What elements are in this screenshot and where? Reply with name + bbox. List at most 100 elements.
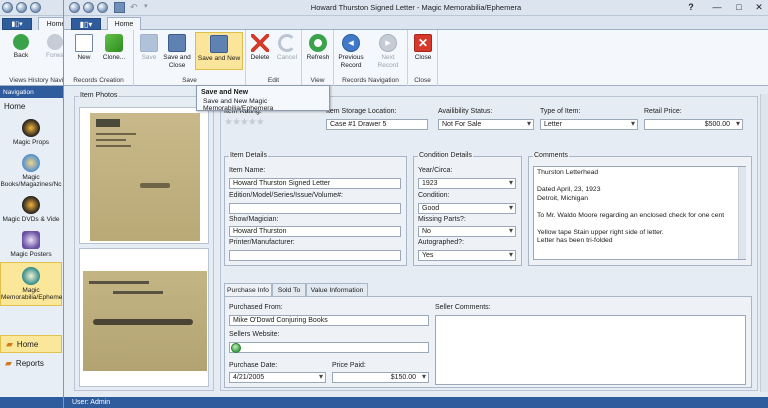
group-edit: Delete Cancel Edit [246,30,302,86]
printer-label: Printer/Manufacturer: [229,239,295,246]
price-paid-field[interactable]: $150.00 [332,372,429,383]
bottom-nav-home[interactable]: ▰ Home [0,335,62,353]
letter-line [96,133,136,135]
condition-dropdown[interactable]: Good [418,203,516,214]
tab-home[interactable]: Home [107,17,141,31]
tab-purchase-info[interactable]: Purchase Info [224,283,272,297]
tab-sold-to[interactable]: Sold To [272,283,306,296]
next-record-button[interactable]: ▸ Next Record [370,32,406,70]
group-label-save: Save [182,77,197,84]
web-globe-icon[interactable] [231,343,241,353]
item-photo-2[interactable] [79,248,209,387]
dvd-icon [22,196,40,214]
letter-line [113,291,163,294]
sellers-website-label: Sellers Website: [229,331,280,338]
close-record-button[interactable]: ✕ Close [412,32,434,62]
item-name-field[interactable]: Howard Thurston Signed Letter [229,178,401,189]
group-label-records-creation: Records Creation [73,77,124,84]
back-nav-icon[interactable] [16,2,27,13]
cancel-undo-icon [278,34,296,52]
back-arrow-icon [13,34,29,50]
form-scrollbar[interactable] [760,94,768,392]
purchased-from-label: Purchased From: [229,304,283,311]
maximize-button[interactable]: □ [732,2,746,13]
new-button[interactable]: New [74,32,94,62]
previous-record-button[interactable]: ◂ Previous Record [336,32,366,70]
record-form: Item Photos Item Rating: ★★★★★ Item Stor… [64,86,768,397]
file-menu-tab[interactable]: ▮▯▾ [71,18,101,30]
ribbon: New Clone... Records Creation Save Save … [64,30,768,86]
forward-nav-icon[interactable] [30,2,41,13]
show-magician-field[interactable]: Howard Thurston [229,226,401,237]
seller-comments-label: Seller Comments: [435,304,491,311]
purchase-date-field[interactable]: 4/21/2005 [229,372,326,383]
back-file-tab[interactable]: ▮▯▾ [2,18,32,30]
year-dropdown[interactable]: 1923 [418,178,516,189]
retail-price-field[interactable]: $500.00 [644,119,743,130]
tab-value-information[interactable]: Value Information [306,283,368,296]
forward-arrow-icon [47,34,63,50]
save-and-close-button[interactable]: Save and Close [162,32,192,70]
missing-parts-dropdown[interactable]: No [418,226,516,237]
save-close-icon [168,34,186,52]
item-photos-label: Item Photos [79,92,119,99]
nav-item-magic-dvds[interactable]: Magic DVDs & Vide [0,192,62,227]
save-and-new-button[interactable]: Save and New [195,32,243,70]
back-button[interactable]: Back [8,34,34,59]
close-window-button[interactable]: ✕ [752,2,766,13]
purchase-date-label: Purchase Date: [229,362,278,369]
memorabilia-icon [22,267,40,285]
autographed-dropdown[interactable]: Yes [418,250,516,261]
signature-mark [93,319,193,325]
purchase-tab-strip: Purchase Info Sold To Value Information [224,283,752,297]
home-folder-icon: ▰ [6,338,13,349]
group-label-records-navigation: Records Navigation [342,77,399,84]
next-arrow-icon: ▸ [379,34,397,52]
group-view: Refresh View [302,30,334,86]
type-of-item-label: Type of Item: [540,108,581,115]
storage-location-field[interactable]: Case #1 Drawer 5 [326,119,428,130]
edition-field[interactable] [229,203,401,214]
retail-price-label: Retail Price: [644,108,682,115]
refresh-button[interactable]: Refresh [304,32,332,62]
nav-item-magic-memorabilia[interactable]: Magic Memorabilia/Epheme [0,262,62,306]
nav-item-magic-books[interactable]: Magic Books/Magazines/Nc [0,150,62,192]
availability-dropdown[interactable]: Not For Sale [438,119,534,130]
group-label-close: Close [414,77,431,84]
missing-parts-label: Missing Parts?: [418,216,466,223]
delete-x-icon [251,34,269,52]
comments-textarea[interactable]: Thurston Letterhead Dated April, 23, 192… [533,166,746,260]
clone-button[interactable]: Clone... [100,32,128,62]
item-details-title: Item Details [229,152,268,159]
minimize-button[interactable]: — [710,2,724,13]
help-button[interactable]: ? [684,2,698,13]
group-label-edit: Edit [267,77,280,84]
printer-field[interactable] [229,250,401,261]
purchased-from-field[interactable]: Mike O'Dowd Conjuring Books [229,315,429,326]
comments-scrollbar[interactable] [738,167,746,259]
seller-comments-textarea[interactable] [435,315,746,385]
cancel-button[interactable]: Cancel [274,32,300,62]
nav-item-magic-props[interactable]: Magic Props [0,115,62,150]
autographed-label: Autographed?: [418,239,464,246]
letter-photo-top [90,113,200,241]
status-bar: User: Admin [64,397,768,408]
letter-line [89,281,149,284]
letter-line [96,139,126,141]
rating-stars[interactable]: ★★★★★ [224,117,265,128]
nav-item-magic-posters[interactable]: Magic Posters [0,227,62,262]
sellers-website-field[interactable] [229,342,429,353]
clone-icon [105,34,123,52]
delete-button[interactable]: Delete [248,32,272,62]
save-button[interactable]: Save [138,32,160,62]
letter-line [96,145,131,147]
edition-label: Edition/Model/Series/Issue/Volume#: [229,192,344,199]
bottom-nav-reports[interactable]: ▰ Reports [0,354,62,372]
item-name-label: Item Name: [229,167,266,174]
item-photo-1[interactable] [79,107,209,244]
tooltip-body: Save and New Magic Memorabilia/Ephemera [203,98,274,112]
app-orb-icon[interactable] [2,2,13,13]
comments-title: Comments [533,152,569,159]
group-label-view: View [310,77,325,84]
type-of-item-dropdown[interactable]: Letter [540,119,638,130]
